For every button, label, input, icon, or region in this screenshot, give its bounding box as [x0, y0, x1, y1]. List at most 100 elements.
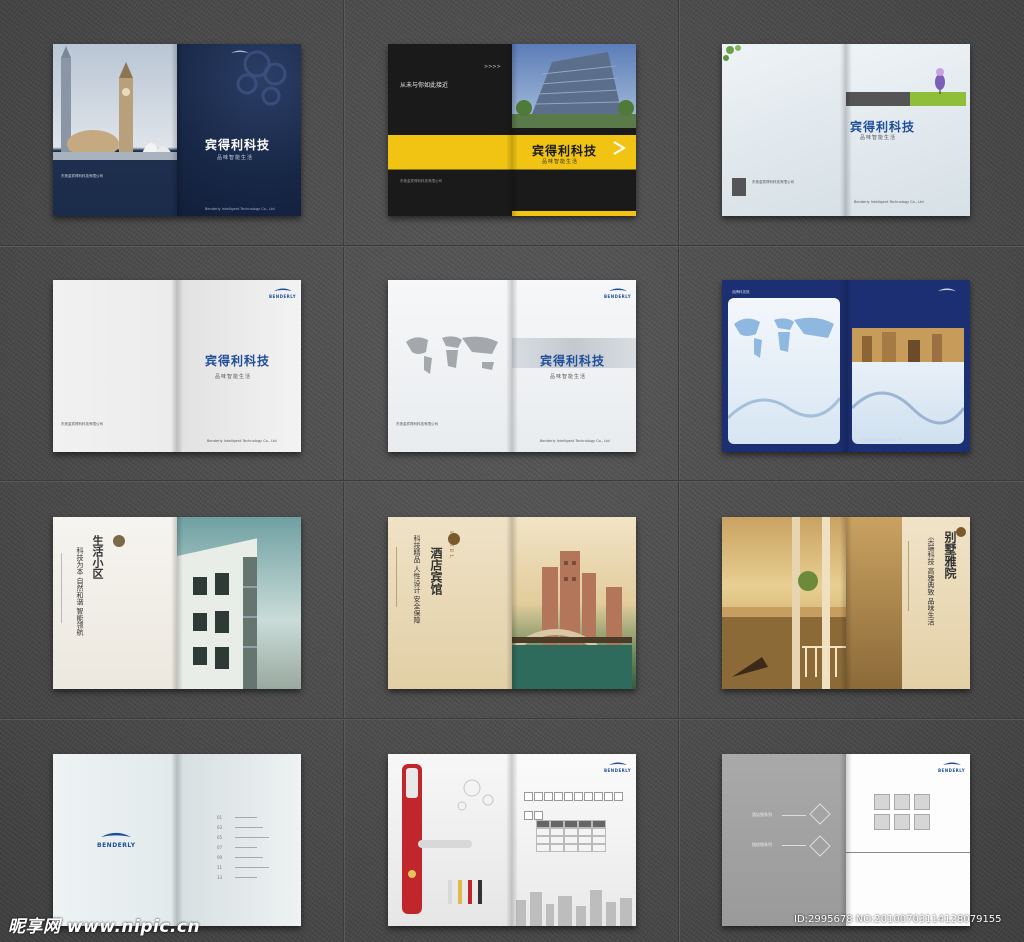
door-lock-image [402, 764, 494, 914]
company-name-cn: 东莞金宾得利科技有限公司 [860, 438, 902, 442]
brochure-7-right-page [177, 517, 301, 689]
brochure-6-right-page: 东莞金宾得利科技有限公司 [846, 280, 970, 452]
toc-number: 13 [217, 874, 223, 880]
brochure-10: BENDERLY 01 03 05 07 09 11 13 [53, 754, 301, 926]
toc-entry-line [235, 866, 269, 868]
brand-slogan: 品味智能生活 [550, 374, 587, 380]
dark-band [846, 92, 910, 106]
thumbnail-tile [874, 814, 890, 830]
spec-cell [550, 844, 564, 852]
toc-item: 07 [217, 842, 269, 852]
world-map-image [734, 317, 834, 358]
toc-entry-line [235, 846, 257, 848]
toc-entry-line [235, 816, 257, 818]
tagline: 从未与你如此接近 [400, 82, 449, 89]
grid-divider [343, 0, 345, 942]
logo-text: BENDERLY [604, 768, 632, 773]
brand-slogan: 品味智能生活 [860, 135, 897, 141]
green-band [910, 92, 966, 106]
toc-entry-line [235, 836, 269, 838]
brochure-2: >>>> 从未与你如此接近 东莞金宾得利科技有限公司 宾得利科技 品味智能生活 [388, 44, 636, 216]
page-fold [171, 280, 183, 452]
spec-cell [536, 836, 550, 844]
diamond-outline-icon [809, 803, 831, 825]
section-heading: 生活小区 [91, 535, 104, 579]
brochure-9-left-page [722, 517, 846, 689]
seal-icon [448, 533, 460, 545]
photo-card [852, 328, 964, 444]
brand-title: 宾得利科技 [205, 354, 271, 368]
brochure-9: 别墅雅院 尖端科技 高雅典致 品味生活 [722, 517, 970, 689]
map-card [728, 298, 840, 444]
body-text-block [908, 541, 919, 611]
feature-icon [614, 792, 623, 801]
logo-text: BENDERLY [97, 842, 136, 849]
logo-text: BENDERLY [604, 294, 632, 299]
company-name-en: Benderly Intelligent Technology Co., Ltd [854, 200, 924, 204]
spec-cell [592, 836, 606, 844]
wing-logo-icon [101, 832, 132, 837]
feature-icon [604, 792, 613, 801]
watermark-site: 昵享网 www.nipic.cn [8, 917, 201, 937]
page-fold [171, 44, 183, 216]
company-name-cn: 东莞金宾得利科技有限公司 [752, 180, 794, 184]
brand-slogan: 品味智能生活 [542, 159, 579, 165]
brochure-3-left-page: 东莞金宾得利科技有限公司 [722, 44, 846, 216]
toc-number: 01 [217, 814, 223, 820]
apartment-building-image [177, 538, 257, 689]
toc-number: 03 [217, 824, 223, 830]
spec-cell [536, 820, 550, 828]
feature-icon [574, 792, 583, 801]
world-map-image [406, 336, 498, 374]
thumbnail-tile [914, 794, 930, 810]
feature-icon [594, 792, 603, 801]
landmarks-image [53, 46, 177, 160]
page-fold [840, 44, 852, 216]
city-skyline-image [516, 890, 632, 926]
seal-icon [113, 535, 125, 547]
brand-slogan: 品味智能生活 [217, 155, 254, 161]
brochure-11-left-page [388, 754, 512, 926]
toc-item: 13 [217, 872, 269, 882]
page-fold [506, 754, 518, 926]
bird-icon [935, 68, 945, 94]
body-text-block [61, 553, 72, 623]
brochure-2-right-page: 宾得利科技 品味智能生活 [512, 44, 636, 216]
company-name-cn: 东莞金宾得利科技有限公司 [61, 174, 103, 178]
series-label-1: 酒店锁系列 [752, 812, 772, 817]
feature-icon [534, 811, 543, 820]
thumbnail-tile [894, 814, 910, 830]
section-headline: 尖端科技 高雅典致 品味生活 [927, 537, 935, 626]
benderly-logo: BENDERLY [604, 762, 631, 773]
benderly-logo: BENDERLY [604, 288, 631, 299]
spec-cell [578, 828, 592, 836]
office-building-image [512, 52, 636, 128]
toc-entry-line [235, 826, 263, 828]
brochure-9-right-page: 别墅雅院 尖端科技 高雅典致 品味生活 [846, 517, 970, 689]
brochure-12-right-page: BENDERLY [846, 754, 970, 926]
section-headline: 科技为本 自然和谐 智能领航 [76, 547, 84, 636]
series-line-1 [782, 815, 806, 816]
page-fold [506, 44, 518, 216]
logo-text: BENDERLY [269, 294, 297, 299]
company-name-en: Benderly Intelligent Technology Co., Ltd [540, 439, 610, 443]
brand-slogan: 品味智能生活 [215, 374, 252, 380]
body-text-block [396, 547, 407, 607]
arrow-right-icon [613, 141, 626, 155]
brochure-10-right-page: 01 03 05 07 09 11 13 [177, 754, 301, 926]
spec-cell [550, 828, 564, 836]
spec-row [536, 820, 606, 828]
spec-cell [564, 836, 578, 844]
photo-placeholder [732, 178, 746, 196]
page-fold [171, 517, 183, 689]
spec-cell [564, 828, 578, 836]
toc-entry-line [235, 876, 257, 878]
brochure-1-left-page: 东莞金宾得利科技有限公司 [53, 44, 177, 216]
spec-cell [564, 844, 578, 852]
thumbnail-tile [894, 794, 910, 810]
spec-cell [578, 844, 592, 852]
benderly-logo: BENDERLY [97, 832, 136, 849]
canal-bridge-image [512, 551, 632, 689]
brochure-7: 生活小区 科技为本 自然和谐 智能领航 [53, 517, 301, 689]
brochure-6: 品牌科技馆 东莞金宾得利科技有限公司 [722, 280, 970, 452]
